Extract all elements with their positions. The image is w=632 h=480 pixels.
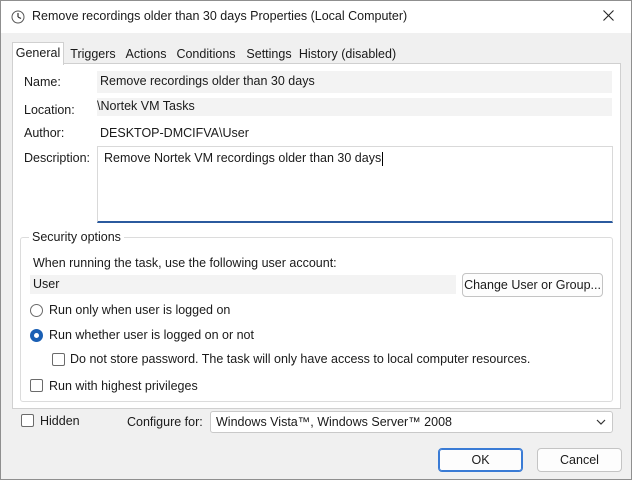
tab-actions[interactable]: Actions [121,43,171,64]
configure-for-value: Windows Vista™, Windows Server™ 2008 [216,415,452,429]
task-properties-window: Remove recordings older than 30 days Pro… [0,0,632,480]
name-field[interactable]: Remove recordings older than 30 days [97,71,612,93]
user-account-prompt: When running the task, use the following… [33,256,337,270]
configure-for-select[interactable]: Windows Vista™, Windows Server™ 2008 [210,411,613,433]
text-caret [382,151,384,166]
chevron-down-icon [595,416,607,428]
title-bar: Remove recordings older than 30 days Pro… [1,1,631,33]
run-whether-radio[interactable] [30,329,43,342]
author-label: Author: [24,126,65,140]
run-logged-on-radio[interactable] [30,304,43,317]
no-store-password-label[interactable]: Do not store password. The task will onl… [70,352,530,366]
cancel-button[interactable]: Cancel [537,448,622,472]
clock-icon [11,10,25,24]
hidden-label[interactable]: Hidden [40,414,80,428]
author-value: DESKTOP-DMCIFVA\User [100,126,249,140]
window-title: Remove recordings older than 30 days Pro… [32,9,408,23]
tab-conditions[interactable]: Conditions [173,43,239,64]
tab-history[interactable]: History (disabled) [297,43,398,64]
location-value: \Nortek VM Tasks [97,98,612,116]
hidden-checkbox[interactable] [21,414,34,427]
location-label: Location: [24,103,75,117]
description-label: Description: [24,151,90,165]
run-whether-label[interactable]: Run whether user is logged on or not [49,328,254,342]
close-icon [602,10,614,24]
run-logged-on-label[interactable]: Run only when user is logged on [49,303,230,317]
configure-for-label: Configure for: [127,415,203,429]
change-user-button[interactable]: Change User or Group... [462,273,603,297]
description-text: Remove Nortek VM recordings older than 3… [104,151,382,165]
tab-settings[interactable]: Settings [242,43,296,64]
no-store-password-checkbox[interactable] [52,353,65,366]
close-button[interactable] [585,1,631,33]
user-account-field: User [30,275,456,294]
tab-general[interactable]: General [12,42,64,65]
ok-button[interactable]: OK [438,448,523,472]
tab-triggers[interactable]: Triggers [66,43,120,64]
description-textarea[interactable]: Remove Nortek VM recordings older than 3… [97,146,613,223]
highest-privileges-checkbox[interactable] [30,379,43,392]
highest-privileges-label[interactable]: Run with highest privileges [49,379,198,393]
security-options-label: Security options [29,230,124,244]
name-label: Name: [24,75,61,89]
